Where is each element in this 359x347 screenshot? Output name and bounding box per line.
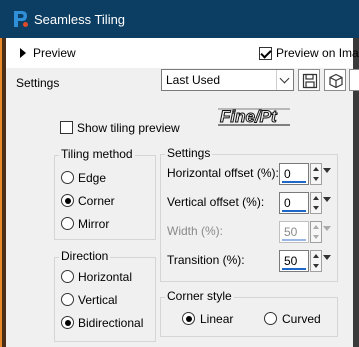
corner-style-group: Corner style Linear Curved — [160, 289, 338, 337]
preview-toggle-label[interactable]: Preview — [33, 46, 76, 60]
dialog-body: Preview Preview on Imag Settings Last Us… — [0, 38, 359, 347]
reset-button[interactable] — [324, 69, 346, 91]
preview-on-image-checkbox[interactable] — [259, 47, 272, 60]
direction-bidirectional-radio[interactable] — [61, 316, 74, 329]
direction-group: Direction Horizontal Vertical Bidirectio… — [54, 249, 156, 342]
slider-popup-icon[interactable] — [323, 168, 331, 173]
slider-popup-icon — [323, 226, 331, 231]
spin-up-icon — [313, 225, 319, 229]
save-preset-button[interactable] — [298, 69, 320, 91]
spin-up-icon[interactable] — [313, 196, 319, 200]
transition-stepper[interactable]: 50 — [279, 250, 334, 272]
value-slider-bar — [282, 210, 306, 212]
spin-arrows — [310, 221, 322, 243]
spin-down-icon — [313, 235, 319, 239]
vertical-offset-value: 0 — [284, 196, 291, 210]
app-icon — [14, 11, 28, 27]
reset-icon — [329, 73, 343, 89]
settings-label: Settings — [16, 76, 60, 90]
svg-text:Fine/Pt: Fine/Pt — [220, 107, 278, 126]
preset-dropdown[interactable]: Last Used — [161, 69, 294, 91]
transition-field[interactable]: 50 — [279, 250, 309, 272]
direction-vertical-radio[interactable] — [61, 293, 74, 306]
preview-on-image-label[interactable]: Preview on Imag — [276, 46, 359, 60]
overflow-button[interactable] — [349, 69, 359, 91]
offset-settings-group: Settings Horizontal offset (%): 0 Vertic… — [160, 146, 338, 282]
width-field: 50 — [279, 221, 309, 243]
show-tiling-preview-checkbox[interactable] — [60, 121, 73, 134]
settings-bar: Settings Last Used — [6, 68, 359, 100]
width-value: 50 — [284, 225, 298, 239]
corner-curved-radio[interactable] — [264, 312, 277, 325]
spin-arrows[interactable] — [310, 163, 322, 185]
watermark-logo: Fine/Pt — [218, 107, 290, 127]
spin-arrows[interactable] — [310, 192, 322, 214]
value-slider-bar — [282, 181, 306, 183]
horizontal-offset-value: 0 — [284, 167, 291, 181]
preset-value: Last Used — [166, 73, 221, 87]
horizontal-offset-field[interactable]: 0 — [279, 163, 309, 185]
transition-label: Transition (%): — [167, 253, 245, 267]
transition-value: 50 — [284, 254, 298, 268]
corner-curved-label[interactable]: Curved — [282, 312, 321, 326]
horizontal-offset-label: Horizontal offset (%): — [167, 166, 279, 180]
expand-triangle-icon[interactable] — [20, 48, 26, 58]
corner-linear-label[interactable]: Linear — [200, 312, 233, 326]
spin-up-icon[interactable] — [313, 167, 319, 171]
tiling-method-group: Tiling method Edge Corner Mirror — [54, 147, 156, 240]
horizontal-offset-stepper[interactable]: 0 — [279, 163, 334, 185]
value-slider-bar — [282, 239, 306, 241]
tiling-method-title: Tiling method — [59, 147, 135, 161]
direction-horizontal-radio[interactable] — [61, 270, 74, 283]
direction-horizontal-label[interactable]: Horizontal — [78, 270, 132, 284]
corner-style-title: Corner style — [165, 289, 234, 303]
spin-down-icon[interactable] — [313, 206, 319, 210]
direction-vertical-label[interactable]: Vertical — [78, 293, 117, 307]
spin-down-icon[interactable] — [313, 177, 319, 181]
seamless-tiling-window: Seamless Tiling Preview Preview on Imag … — [0, 0, 359, 347]
show-tiling-preview-label[interactable]: Show tiling preview — [77, 121, 180, 135]
spin-up-icon[interactable] — [313, 254, 319, 258]
preview-row: Preview Preview on Imag — [6, 38, 359, 68]
tiling-corner-label[interactable]: Corner — [78, 194, 115, 208]
window-title: Seamless Tiling — [34, 12, 126, 27]
chevron-down-icon[interactable] — [276, 70, 293, 90]
vertical-offset-field[interactable]: 0 — [279, 192, 309, 214]
tiling-edge-label[interactable]: Edge — [78, 171, 106, 185]
title-bar: Seamless Tiling — [0, 0, 359, 38]
tiling-corner-radio[interactable] — [61, 194, 74, 207]
direction-title: Direction — [59, 249, 111, 263]
spin-arrows[interactable] — [310, 250, 322, 272]
offset-settings-title: Settings — [165, 146, 213, 160]
vertical-offset-label: Vertical offset (%): — [167, 195, 265, 209]
corner-linear-radio[interactable] — [182, 312, 195, 325]
vertical-offset-stepper[interactable]: 0 — [279, 192, 334, 214]
width-label: Width (%): — [167, 224, 224, 238]
width-stepper: 50 — [279, 221, 334, 243]
value-slider-bar — [282, 268, 306, 270]
tiling-mirror-radio[interactable] — [61, 217, 74, 230]
direction-bidirectional-label[interactable]: Bidirectional — [78, 316, 143, 330]
slider-popup-icon[interactable] — [323, 255, 331, 260]
tiling-mirror-label[interactable]: Mirror — [78, 217, 109, 231]
tiling-edge-radio[interactable] — [61, 171, 74, 184]
spin-down-icon[interactable] — [313, 264, 319, 268]
save-preset-icon — [302, 73, 318, 89]
slider-popup-icon[interactable] — [323, 197, 331, 202]
